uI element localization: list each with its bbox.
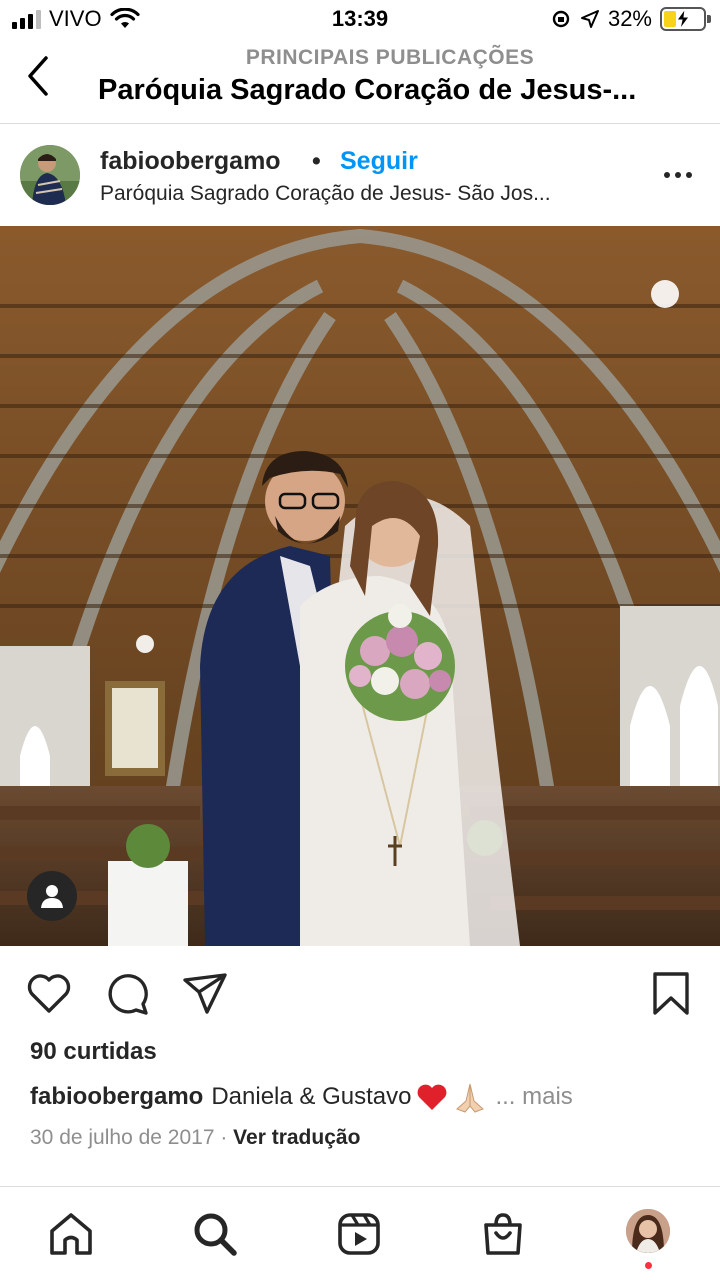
post-caption: fabioobergamo Daniela & Gustavo ... mais xyxy=(30,1081,573,1113)
follow-button[interactable]: Seguir xyxy=(340,147,418,176)
tagged-people-button[interactable] xyxy=(27,871,77,921)
battery-icon xyxy=(660,7,711,31)
post-actions xyxy=(0,960,720,1030)
praying-hands-emoji-icon xyxy=(456,1083,485,1113)
more-horizontal-icon[interactable] xyxy=(662,165,694,185)
status-bar: VIVO 13:39 32% xyxy=(0,0,720,40)
bottom-nav xyxy=(0,1186,720,1280)
battery-percent: 32% xyxy=(607,6,652,31)
red-heart-emoji-icon xyxy=(418,1084,447,1110)
heart-icon[interactable] xyxy=(24,968,74,1018)
caption-username[interactable]: fabioobergamo xyxy=(30,1083,203,1111)
profile-avatar[interactable] xyxy=(626,1209,670,1253)
user-icon xyxy=(41,885,63,908)
post-meta: 30 de julho de 2017 · Ver tradução xyxy=(30,1126,360,1150)
paper-plane-icon[interactable] xyxy=(180,968,230,1018)
post-date: 30 de julho de 2017 xyxy=(30,1126,215,1149)
notification-dot xyxy=(645,1262,652,1269)
page-header: PRINCIPAIS PUBLICAÇÕES Paróquia Sagrado … xyxy=(0,40,720,124)
wedding-photo xyxy=(0,226,720,946)
shop-bag-icon[interactable] xyxy=(478,1209,528,1259)
search-icon[interactable] xyxy=(190,1209,240,1259)
reels-icon[interactable] xyxy=(334,1209,384,1259)
post-username[interactable]: fabioobergamo xyxy=(100,147,281,176)
caption-more-link[interactable]: ... mais xyxy=(495,1083,572,1111)
page-title: Paróquia Sagrado Coração de Jesus-... xyxy=(98,74,637,106)
translate-link[interactable]: Ver tradução xyxy=(233,1126,360,1149)
likes-count[interactable]: 90 curtidas xyxy=(30,1038,157,1066)
post-photo[interactable] xyxy=(0,226,720,946)
orientation-lock-icon xyxy=(552,10,570,28)
avatar[interactable] xyxy=(20,145,80,205)
separator-dot: • xyxy=(312,147,321,175)
bookmark-icon[interactable] xyxy=(646,968,696,1018)
post-header: fabioobergamo • Seguir Paróquia Sagrado … xyxy=(0,125,720,225)
home-icon[interactable] xyxy=(46,1209,96,1259)
location-arrow-icon xyxy=(580,10,599,28)
meta-separator: · xyxy=(214,1126,234,1149)
caption-text: Daniela & Gustavo xyxy=(211,1083,412,1110)
header-subtitle: PRINCIPAIS PUBLICAÇÕES xyxy=(245,46,535,69)
comment-icon[interactable] xyxy=(102,968,152,1018)
chevron-left-icon[interactable] xyxy=(18,54,58,98)
post-location[interactable]: Paróquia Sagrado Coração de Jesus- São J… xyxy=(100,182,551,206)
